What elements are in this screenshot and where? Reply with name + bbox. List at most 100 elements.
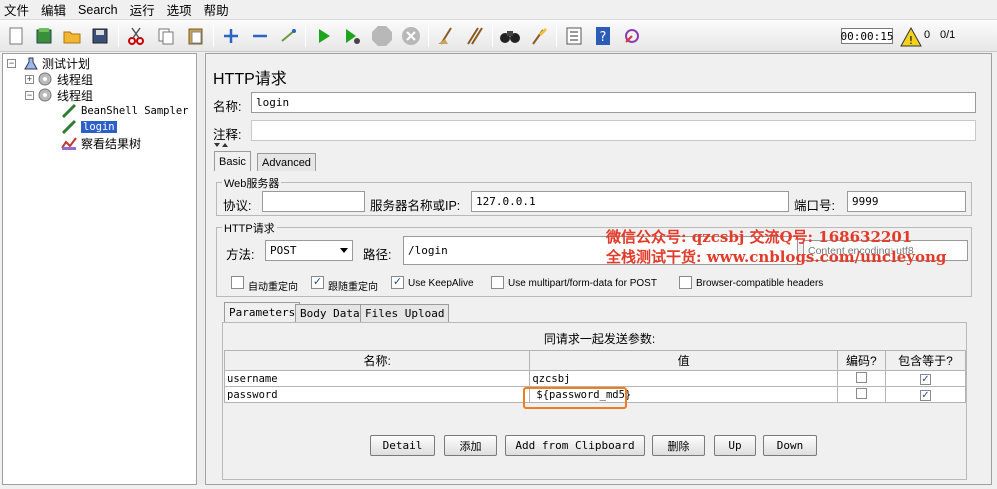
follow-redirects-checkbox[interactable]: ✓ bbox=[311, 276, 324, 289]
tree-item-thread-group-1[interactable]: + 线程组 bbox=[25, 71, 93, 87]
save-icon[interactable] bbox=[88, 24, 112, 48]
multipart-checkbox[interactable] bbox=[491, 276, 504, 289]
down-button[interactable]: Down bbox=[763, 435, 817, 456]
shutdown-icon[interactable] bbox=[399, 24, 423, 48]
column-include-equals[interactable]: 包含等于? bbox=[884, 350, 967, 371]
test-plan-tree: − 测试计划 + 线程组 − 线程组 BeanShell Sampler log… bbox=[2, 53, 197, 485]
watermark-line-1: 微信公众号: qzcsbj 交流Q号: 168632201 bbox=[606, 228, 913, 246]
templates-icon[interactable] bbox=[32, 24, 56, 48]
clear-icon[interactable] bbox=[434, 24, 458, 48]
menu-run[interactable]: 运行 bbox=[130, 0, 155, 19]
comment-label: 注释: bbox=[213, 128, 242, 142]
menu-search[interactable]: Search bbox=[78, 3, 118, 17]
tree-item-login[interactable]: login bbox=[61, 119, 117, 135]
collapse-icon[interactable]: − bbox=[25, 90, 34, 100]
reset-search-icon[interactable] bbox=[527, 24, 551, 48]
detail-button[interactable]: Detail bbox=[370, 435, 435, 456]
tree-item-beanshell-sampler[interactable]: BeanShell Sampler bbox=[61, 103, 188, 119]
collapse-icon[interactable]: − bbox=[7, 58, 16, 68]
method-label: 方法: bbox=[226, 248, 255, 262]
gear-icon bbox=[38, 72, 52, 86]
path-label: 路径: bbox=[363, 248, 392, 262]
tab-parameters[interactable]: Parameters bbox=[224, 302, 301, 322]
browser-headers-checkbox[interactable] bbox=[679, 276, 692, 289]
include-equals-cell[interactable]: ✓ bbox=[884, 370, 967, 387]
paste-icon[interactable] bbox=[184, 24, 208, 48]
encode-checkbox[interactable] bbox=[855, 371, 867, 383]
keepalive-label: Use KeepAlive bbox=[408, 278, 474, 289]
delete-button[interactable]: 删除 bbox=[652, 435, 705, 456]
menu-edit[interactable]: 编辑 bbox=[41, 0, 66, 19]
warning-count: 0 bbox=[924, 29, 931, 41]
column-encode[interactable]: 编码? bbox=[836, 350, 886, 371]
tree-item-test-plan[interactable]: − 测试计划 bbox=[7, 55, 90, 71]
copy-icon[interactable] bbox=[154, 24, 178, 48]
tab-advanced[interactable]: Advanced bbox=[257, 153, 316, 171]
column-value[interactable]: 值 bbox=[529, 350, 838, 371]
elapsed-time: 00:00:15 bbox=[840, 28, 894, 44]
http-request-panel: HTTP请求 名称: login 注释: Basic Advanced Web服… bbox=[205, 53, 992, 485]
clear-all-icon[interactable] bbox=[463, 24, 487, 48]
splitter-arrows-icon[interactable] bbox=[214, 143, 228, 149]
port-label: 端口号: bbox=[794, 199, 835, 213]
search-icon[interactable] bbox=[498, 24, 522, 48]
add-from-clipboard-button[interactable]: Add from Clipboard bbox=[505, 435, 645, 456]
keepalive-checkbox[interactable]: ✓ bbox=[391, 276, 404, 289]
encode-cell[interactable] bbox=[836, 370, 886, 387]
tree-item-thread-group-2[interactable]: − 线程组 bbox=[25, 87, 93, 103]
name-field[interactable]: login bbox=[251, 92, 976, 113]
encode-cell[interactable] bbox=[836, 386, 886, 403]
chevron-down-icon bbox=[340, 248, 348, 253]
menu-file[interactable]: 文件 bbox=[4, 0, 29, 19]
function-helper-icon[interactable] bbox=[562, 24, 586, 48]
include-equals-cell[interactable]: ✓ bbox=[884, 386, 967, 403]
server-label: 服务器名称或IP: bbox=[370, 199, 461, 213]
port-field[interactable]: 9999 bbox=[847, 191, 966, 212]
active-threads: 0/1 bbox=[940, 29, 956, 41]
menu-options[interactable]: 选项 bbox=[167, 0, 192, 19]
open-icon[interactable] bbox=[60, 24, 84, 48]
help-icon[interactable]: ? bbox=[591, 24, 615, 48]
column-name[interactable]: 名称: bbox=[223, 350, 531, 371]
tab-files-upload[interactable]: Files Upload bbox=[360, 304, 450, 322]
expand-icon[interactable] bbox=[219, 24, 243, 48]
protocol-field[interactable] bbox=[262, 191, 365, 212]
param-name-cell[interactable]: password bbox=[223, 386, 531, 403]
start-no-pause-icon[interactable] bbox=[340, 24, 364, 48]
param-value-cell[interactable]: qzcsbj bbox=[529, 370, 838, 387]
stop-icon[interactable] bbox=[370, 24, 394, 48]
protocol-label: 协议: bbox=[223, 199, 252, 213]
server-field[interactable]: 127.0.0.1 bbox=[471, 191, 789, 212]
menu-help[interactable]: 帮助 bbox=[204, 0, 229, 19]
svg-text:?: ? bbox=[600, 30, 607, 45]
encode-checkbox[interactable] bbox=[855, 387, 867, 399]
tab-body-data[interactable]: Body Data bbox=[295, 304, 365, 322]
new-icon[interactable] bbox=[4, 24, 28, 48]
page-title: HTTP请求 bbox=[213, 71, 287, 88]
split-divider[interactable] bbox=[198, 53, 204, 485]
params-caption: 同请求一起发送参数: bbox=[543, 332, 656, 346]
follow-redirects-auto-checkbox[interactable] bbox=[231, 276, 244, 289]
sampler-icon bbox=[61, 103, 77, 119]
cut-icon[interactable] bbox=[124, 24, 148, 48]
method-select[interactable]: POST bbox=[265, 240, 353, 261]
param-name-cell[interactable]: username bbox=[223, 370, 531, 387]
up-button[interactable]: Up bbox=[714, 435, 756, 456]
http-request-title: HTTP请求 bbox=[222, 220, 277, 236]
include-equals-checkbox[interactable]: ✓ bbox=[919, 373, 931, 385]
remote-icon[interactable] bbox=[620, 24, 644, 48]
tab-basic[interactable]: Basic bbox=[214, 151, 251, 171]
expand-icon[interactable]: + bbox=[25, 74, 34, 84]
add-button[interactable]: 添加 bbox=[444, 435, 497, 456]
toolbar: ? 00:00:15 ! 0 0/1 bbox=[0, 19, 997, 52]
include-equals-checkbox[interactable]: ✓ bbox=[919, 389, 931, 401]
start-icon[interactable] bbox=[312, 24, 336, 48]
table-row[interactable]: username qzcsbj ✓ bbox=[223, 370, 967, 387]
toggle-icon[interactable] bbox=[277, 24, 301, 48]
comment-field[interactable] bbox=[251, 120, 976, 141]
multipart-label: Use multipart/form-data for POST bbox=[508, 278, 657, 289]
warning-icon[interactable]: ! bbox=[899, 25, 923, 49]
collapse-icon[interactable] bbox=[248, 24, 272, 48]
tree-item-view-results-tree[interactable]: 察看结果树 bbox=[61, 135, 141, 151]
svg-text:!: ! bbox=[909, 34, 913, 47]
